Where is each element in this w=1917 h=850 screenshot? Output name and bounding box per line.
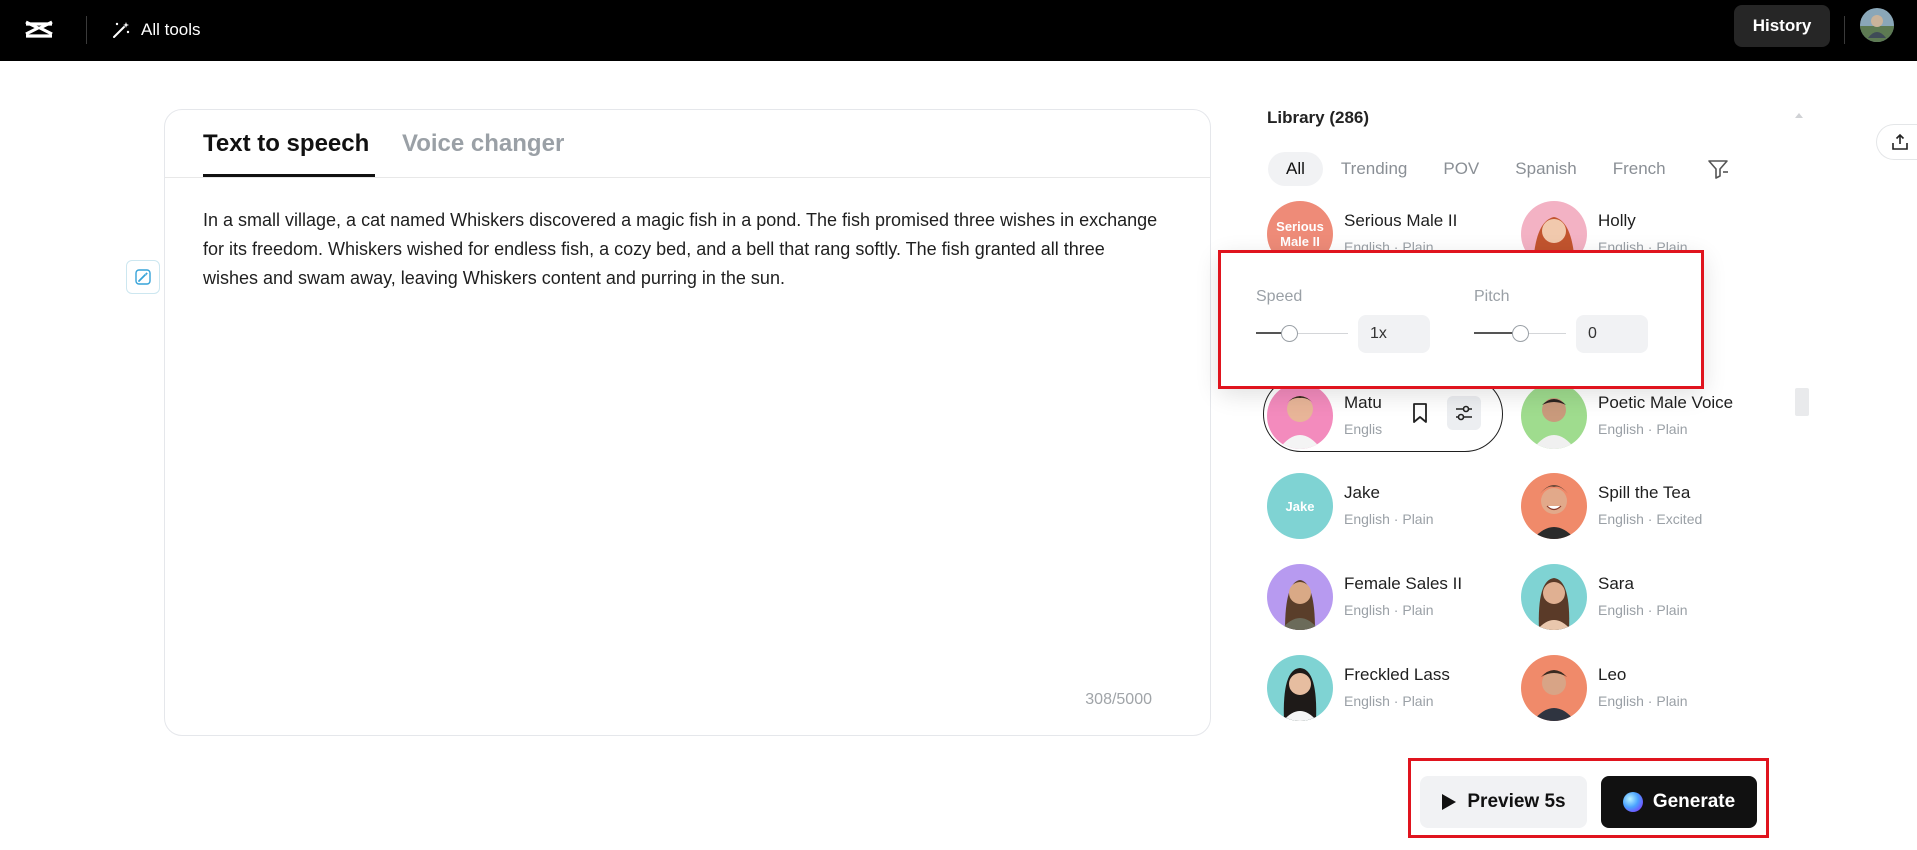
- user-avatar[interactable]: [1860, 8, 1894, 42]
- preview-label: Preview 5s: [1467, 791, 1566, 812]
- sliders-icon: [1456, 405, 1472, 421]
- voice-meta: English · Plain: [1344, 602, 1434, 618]
- filter-chip-all[interactable]: All: [1268, 152, 1323, 186]
- voice-avatar: [1267, 564, 1333, 630]
- voice-name: Serious Male II: [1344, 211, 1458, 230]
- voice-avatar: [1521, 564, 1587, 630]
- mode-tabs: Text to speech Voice changer: [165, 110, 1210, 178]
- library-scrollbar[interactable]: [1795, 388, 1809, 416]
- voice-name: Holly: [1598, 211, 1636, 230]
- voice-meta: English · Plain: [1344, 511, 1434, 527]
- voice-item[interactable]: Female Sales II English · Plain: [1267, 562, 1517, 632]
- voice-avatar: Jake: [1267, 473, 1333, 539]
- filter-chip-pov[interactable]: POV: [1425, 152, 1497, 186]
- voice-meta: Englis: [1344, 421, 1383, 437]
- tab-voice-changer[interactable]: Voice changer: [402, 130, 564, 158]
- voice-item[interactable]: Jake Jake English · Plain: [1267, 471, 1517, 541]
- bookmark-icon[interactable]: [1408, 401, 1432, 425]
- magic-pen-icon: [135, 269, 151, 285]
- voice-avatar: [1521, 655, 1587, 721]
- voice-meta: English · Excited: [1598, 511, 1703, 527]
- library-filters: All Trending POV Spanish French: [1268, 152, 1684, 186]
- voice-item[interactable]: Spill the Tea English · Excited: [1521, 471, 1771, 541]
- voice-meta: English · Plain: [1598, 421, 1688, 437]
- export-button[interactable]: [1876, 124, 1917, 160]
- voice-name: Poetic Male Voice: [1598, 393, 1734, 412]
- generate-button[interactable]: Generate: [1601, 776, 1757, 828]
- voice-avatar: [1267, 383, 1333, 449]
- filter-icon[interactable]: [1706, 157, 1730, 181]
- tab-text-to-speech[interactable]: Text to speech: [203, 130, 369, 158]
- export-icon: [1892, 133, 1908, 150]
- highlight-box: [1218, 250, 1704, 389]
- voice-meta: English · Plain: [1344, 693, 1434, 709]
- voice-name: Leo: [1598, 665, 1627, 684]
- voice-name: Spill the Tea: [1598, 483, 1691, 502]
- preview-button[interactable]: Preview 5s: [1420, 776, 1587, 828]
- generate-orb-icon: [1622, 792, 1643, 812]
- voice-item[interactable]: Freckled Lass English · Plain: [1267, 653, 1517, 723]
- voice-name: Matu: [1344, 393, 1382, 412]
- magic-wand-icon: [113, 22, 130, 38]
- voice-settings-button[interactable]: [1447, 396, 1481, 430]
- filter-chip-french[interactable]: French: [1595, 152, 1684, 186]
- play-icon: [1442, 794, 1457, 810]
- script-text-area[interactable]: In a small village, a cat named Whiskers…: [203, 206, 1163, 293]
- voice-item[interactable]: Poetic Male Voice English · Plain: [1521, 381, 1771, 451]
- voice-avatar: [1267, 655, 1333, 721]
- active-tab-indicator: [203, 174, 375, 177]
- voice-meta: English · Plain: [1598, 693, 1688, 709]
- editor-card: Text to speech Voice changer In a small …: [164, 109, 1211, 736]
- capcut-logo-icon[interactable]: [22, 13, 56, 47]
- voice-item[interactable]: Sara English · Plain: [1521, 562, 1771, 632]
- voice-item[interactable]: Leo English · Plain: [1521, 653, 1771, 723]
- topbar-divider: [1844, 16, 1845, 44]
- character-count: 308/5000: [1085, 691, 1152, 708]
- voice-meta: English · Plain: [1598, 602, 1688, 618]
- filter-chip-spanish[interactable]: Spanish: [1497, 152, 1594, 186]
- library-title: Library (286): [1267, 108, 1370, 127]
- ai-rewrite-button[interactable]: [126, 260, 160, 294]
- voice-name: Freckled Lass: [1344, 665, 1450, 684]
- generate-label: Generate: [1652, 791, 1736, 812]
- voice-avatar: [1521, 473, 1587, 539]
- filter-chip-trending[interactable]: Trending: [1323, 152, 1425, 186]
- top-bar: All tools History: [0, 0, 1917, 61]
- voice-name: Sara: [1598, 574, 1634, 593]
- voice-name: Female Sales II: [1344, 574, 1463, 593]
- scroll-up-icon[interactable]: [1795, 112, 1803, 118]
- all-tools-button[interactable]: All tools: [111, 13, 201, 47]
- all-tools-label: All tools: [141, 20, 201, 39]
- voice-avatar: [1521, 383, 1587, 449]
- history-button[interactable]: History: [1734, 5, 1830, 47]
- topbar-divider: [86, 16, 87, 44]
- voice-name: Jake: [1344, 483, 1380, 502]
